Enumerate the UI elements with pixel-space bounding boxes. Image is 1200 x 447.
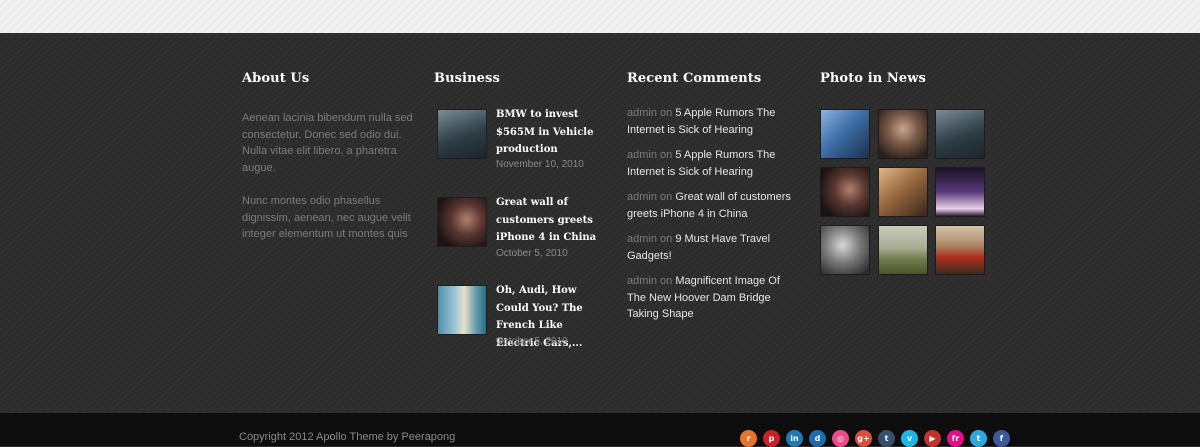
recent-comments-heading: Recent Comments [627, 71, 762, 86]
facebook-icon[interactable]: f [993, 430, 1010, 447]
comment-author: admin [627, 191, 657, 203]
concert-photo[interactable] [935, 167, 985, 217]
comment-author: admin [627, 275, 657, 287]
london-bus-photo[interactable] [935, 225, 985, 275]
business-widget: Business BMW to invest $565M in Vehicle … [434, 71, 614, 349]
restaurant-photo[interactable] [878, 167, 928, 217]
comment-item: admin on Great wall of customers greets … [627, 189, 792, 222]
business-post-date: November 10, 2010 [496, 159, 584, 170]
comment-item: admin on 5 Apple Rumors The Internet is … [627, 105, 792, 138]
countryside-tree-photo[interactable] [878, 225, 928, 275]
business-heading: Business [434, 71, 500, 86]
about-us-widget: About Us Aenean lacinia bibendum nulla s… [242, 71, 417, 243]
comment-on-label: on [660, 149, 673, 161]
comment-author: admin [627, 107, 657, 119]
comments-list: admin on 5 Apple Rumors The Internet is … [627, 105, 792, 332]
about-paragraph-1: Aenean lacinia bibendum nulla sed consec… [242, 112, 413, 174]
woman-portrait-photo[interactable] [878, 109, 928, 159]
twitter-icon[interactable]: t [970, 430, 987, 447]
photo-in-news-widget: Photo in News [820, 71, 990, 275]
business-post-date: October 5, 2010 [496, 336, 568, 347]
comment-author: admin [627, 233, 657, 245]
business-post-date: October 5, 2010 [496, 248, 568, 259]
man-in-coat-thumbnail[interactable] [437, 109, 487, 159]
city-street-thumbnail[interactable] [437, 285, 487, 335]
pinterest-icon[interactable]: p [763, 430, 780, 447]
man-in-coat-photo[interactable] [935, 109, 985, 159]
comment-on-label: on [660, 275, 673, 287]
comment-on-label: on [660, 107, 673, 119]
tumblr-icon[interactable]: t [878, 430, 895, 447]
comment-author: admin [627, 149, 657, 161]
comment-on-label: on [660, 191, 673, 203]
footer-bottom-bar: Copyright 2012 Apollo Theme by Peerapong… [0, 413, 1200, 447]
comment-item: admin on 5 Apple Rumors The Internet is … [627, 147, 792, 180]
recent-comments-widget: Recent Comments admin on 5 Apple Rumors … [627, 71, 792, 320]
comment-on-label: on [660, 233, 673, 245]
business-post-title[interactable]: Great wall of customers greets iPhone 4 … [496, 194, 601, 247]
footer-widgets: About Us Aenean lacinia bibendum nulla s… [0, 33, 1200, 413]
comment-item: admin on Magnificent Image Of The New Ho… [627, 273, 792, 323]
about-paragraph-2: Nunc montes odio phasellus dignissim, ae… [242, 195, 411, 240]
business-post-title[interactable]: BMW to invest $565M in Vehicle productio… [496, 106, 601, 159]
rss-icon[interactable]: r [740, 430, 757, 447]
woman-bw-photo[interactable] [820, 225, 870, 275]
flickr-icon[interactable]: fr [947, 430, 964, 447]
comment-item: admin on 9 Must Have Travel Gadgets! [627, 231, 792, 264]
woman-portrait-thumbnail[interactable] [437, 197, 487, 247]
photo-in-news-heading: Photo in News [820, 71, 926, 86]
vimeo-icon[interactable]: v [901, 430, 918, 447]
business-post[interactable]: Oh, Audi, How Could You? The French Like… [437, 282, 617, 362]
woman-dark-hair-photo[interactable] [820, 167, 870, 217]
digg-icon[interactable]: d [809, 430, 826, 447]
dribbble-icon[interactable]: ◎ [832, 430, 849, 447]
copyright-text: Copyright 2012 Apollo Theme by Peerapong [239, 431, 456, 443]
business-post[interactable]: BMW to invest $565M in Vehicle productio… [437, 106, 617, 186]
top-band [0, 0, 1200, 34]
googleplus-icon[interactable]: g+ [855, 430, 872, 447]
business-post[interactable]: Great wall of customers greets iPhone 4 … [437, 194, 617, 274]
city-night-photo[interactable] [820, 109, 870, 159]
linkedin-icon[interactable]: in [786, 430, 803, 447]
youtube-icon[interactable]: ▶ [924, 430, 941, 447]
about-us-heading: About Us [242, 71, 310, 86]
